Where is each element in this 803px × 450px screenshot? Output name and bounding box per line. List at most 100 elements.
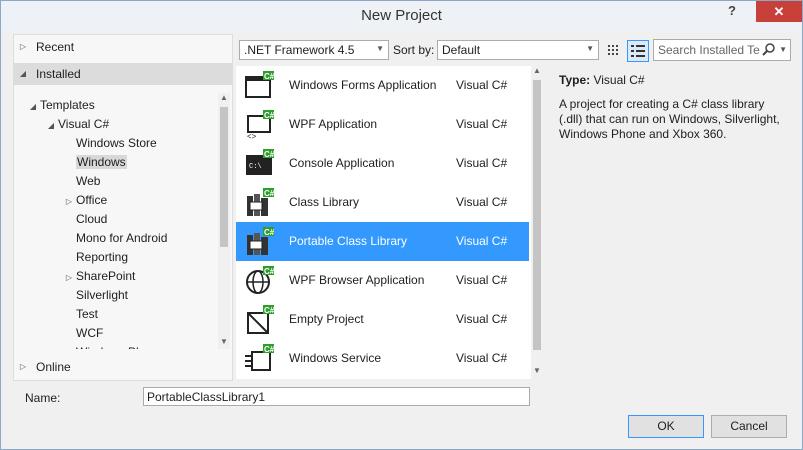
dialog-title: New Project bbox=[361, 7, 442, 24]
project-name-input[interactable] bbox=[143, 387, 530, 406]
template-list-scrollbar[interactable]: ▲ ▼ bbox=[531, 66, 543, 379]
tree-item[interactable]: Windows Store bbox=[62, 134, 157, 153]
template-item[interactable]: C# Portable Class Library Visual C# bbox=[236, 222, 529, 261]
template-name: WPF Browser Application bbox=[289, 273, 425, 287]
help-button[interactable]: ? bbox=[720, 3, 744, 23]
category-panel: ▷ Recent ◢ Installed ◢ Templates ◢ Visual C… bbox=[13, 34, 233, 381]
template-language: Visual C# bbox=[456, 117, 508, 131]
tree-item-label: Web bbox=[76, 174, 101, 188]
tree-item-label: Windows Phone bbox=[76, 345, 163, 349]
tree-item-label: Silverlight bbox=[76, 288, 129, 302]
wpf-icon: <> C# bbox=[244, 110, 275, 141]
template-item[interactable]: C# WPF Browser Application Visual C# bbox=[236, 261, 529, 300]
tree-item[interactable]: Windows bbox=[62, 153, 127, 172]
svg-text:C#: C# bbox=[264, 72, 274, 81]
template-language: Visual C# bbox=[456, 78, 508, 92]
svg-text:C#: C# bbox=[264, 228, 274, 237]
category-recent-label: Recent bbox=[36, 40, 75, 54]
name-label: Name: bbox=[25, 391, 61, 405]
tree-item[interactable]: Test bbox=[62, 305, 98, 324]
tree-item-label: SharePoint bbox=[76, 269, 136, 283]
template-language: Visual C# bbox=[456, 234, 508, 248]
template-item[interactable]: C# Windows Forms Application Visual C# bbox=[236, 66, 529, 105]
template-item[interactable]: <> C# WPF Application Visual C# bbox=[236, 105, 529, 144]
svg-text:<>: <> bbox=[247, 132, 257, 140]
category-online-label: Online bbox=[36, 360, 71, 374]
template-language: Visual C# bbox=[456, 351, 508, 365]
template-item[interactable]: C# Windows Service Visual C# bbox=[236, 339, 529, 378]
tree-item[interactable]: Windows Phone bbox=[62, 343, 163, 349]
tree-item[interactable]: Cloud bbox=[62, 210, 107, 229]
scroll-up-icon[interactable]: ▲ bbox=[531, 66, 543, 75]
small-icons-view-button[interactable] bbox=[603, 40, 623, 60]
expander-icon[interactable]: ◢ bbox=[26, 97, 40, 116]
scroll-down-icon[interactable]: ▼ bbox=[531, 366, 543, 375]
console-icon: C:\ C# bbox=[244, 149, 275, 179]
winforms-icon: C# bbox=[244, 71, 275, 101]
sort-value: Default bbox=[442, 43, 481, 57]
tree-item-label: Test bbox=[76, 307, 99, 321]
template-scroll-thumb[interactable] bbox=[533, 80, 541, 350]
close-button[interactable]: ✕ bbox=[756, 1, 802, 22]
tree-item[interactable]: ◢ Templates bbox=[26, 96, 95, 115]
tree-item[interactable]: WCF bbox=[62, 324, 103, 343]
tree-item[interactable]: Reporting bbox=[62, 248, 128, 267]
windows-service-icon: C# bbox=[244, 344, 275, 374]
sort-dropdown[interactable]: Default ▼ bbox=[437, 40, 599, 60]
title-bar: New Project ? ✕ bbox=[1, 1, 802, 31]
tree-item-label: Mono for Android bbox=[76, 231, 168, 245]
tree-item-label: Office bbox=[76, 193, 108, 207]
sort-by-label: Sort by: bbox=[393, 43, 435, 57]
collapse-arrow-icon: ◢ bbox=[19, 69, 27, 78]
scroll-down-icon[interactable]: ▼ bbox=[218, 337, 230, 346]
category-installed[interactable]: ◢ Installed bbox=[14, 63, 232, 85]
chevron-down-icon: ▼ bbox=[376, 44, 384, 53]
expander-icon[interactable]: ◢ bbox=[44, 116, 58, 135]
tree-item-label: Cloud bbox=[76, 212, 108, 226]
category-online[interactable]: ▷ Online bbox=[14, 356, 232, 378]
type-value: Visual C# bbox=[593, 73, 645, 87]
medium-icons-view-button[interactable] bbox=[627, 40, 649, 62]
tree-item[interactable]: Silverlight bbox=[62, 286, 128, 305]
template-language: Visual C# bbox=[456, 273, 508, 287]
tree-item[interactable]: Mono for Android bbox=[62, 229, 167, 248]
tree-item-label: Visual C# bbox=[58, 117, 110, 131]
expander-icon[interactable]: ▷ bbox=[62, 192, 76, 211]
template-item[interactable]: C# Empty Project Visual C# bbox=[236, 300, 529, 339]
svg-text:C#: C# bbox=[264, 150, 274, 159]
scroll-up-icon[interactable]: ▲ bbox=[218, 93, 230, 102]
template-language: Visual C# bbox=[456, 156, 508, 170]
tree-scroll-thumb[interactable] bbox=[220, 107, 228, 247]
svg-text:C:\: C:\ bbox=[249, 163, 262, 171]
template-name: Portable Class Library bbox=[289, 234, 408, 248]
tree-item[interactable]: ◢ Visual C# bbox=[44, 115, 109, 134]
template-item[interactable]: C:\ C# Console Application Visual C# bbox=[236, 144, 529, 183]
description-text: A project for creating a C# class librar… bbox=[559, 97, 780, 141]
category-recent[interactable]: ▷ Recent bbox=[14, 36, 232, 58]
tree-item[interactable]: ▷ SharePoint bbox=[62, 267, 135, 286]
template-tree: ◢ Templates ◢ Visual C# Windows Store Windows… bbox=[14, 95, 218, 349]
search-icon[interactable] bbox=[762, 42, 776, 56]
category-installed-label: Installed bbox=[36, 67, 81, 81]
expander-icon[interactable]: ▷ bbox=[62, 268, 76, 287]
template-item[interactable]: C# Class Library Visual C# bbox=[236, 183, 529, 222]
search-input[interactable]: Search Installed Te bbox=[658, 43, 760, 57]
svg-text:C#: C# bbox=[264, 306, 274, 315]
chevron-down-icon: ▼ bbox=[586, 44, 594, 53]
framework-dropdown[interactable]: .NET Framework 4.5 ▼ bbox=[239, 40, 389, 60]
template-name: Empty Project bbox=[289, 312, 364, 326]
list-view-icon bbox=[631, 45, 645, 57]
new-project-dialog: New Project ? ✕ ▷ Recent ◢ Installed ◢ Te… bbox=[0, 0, 803, 450]
template-name: WPF Application bbox=[289, 117, 378, 131]
tree-item[interactable]: ▷ Office bbox=[62, 191, 107, 210]
ok-button[interactable]: OK bbox=[628, 415, 704, 438]
portable-class-library-icon: C# bbox=[244, 227, 275, 257]
chevron-down-icon[interactable]: ▼ bbox=[779, 45, 787, 54]
template-language: Visual C# bbox=[456, 195, 508, 209]
cancel-button[interactable]: Cancel bbox=[711, 415, 787, 438]
search-box[interactable]: Search Installed Te ▼ bbox=[653, 39, 791, 61]
template-name: Console Application bbox=[289, 156, 395, 170]
expand-arrow-icon: ▷ bbox=[19, 362, 27, 371]
tree-scrollbar[interactable]: ▲ ▼ bbox=[218, 93, 230, 349]
tree-item[interactable]: Web bbox=[62, 172, 100, 191]
